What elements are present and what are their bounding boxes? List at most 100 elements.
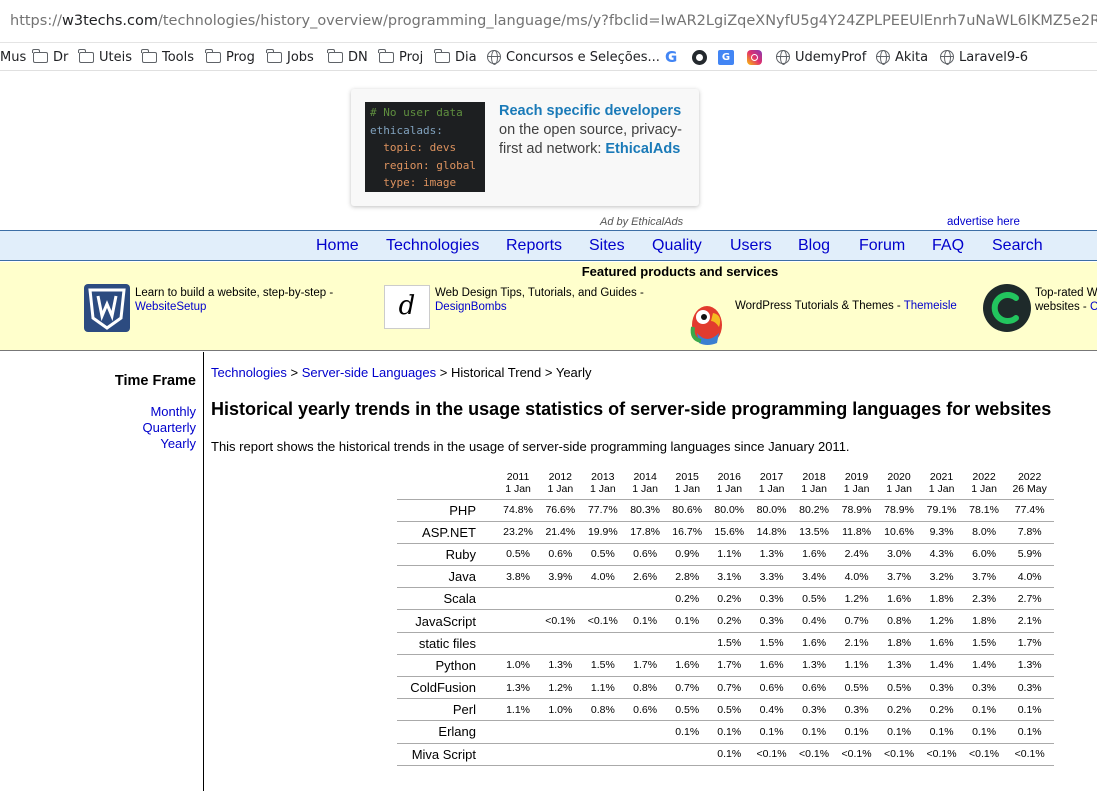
instagram-icon: [747, 49, 762, 65]
usage-value-cell: 2.1%: [835, 631, 878, 655]
nav-search[interactable]: Search: [992, 237, 1043, 255]
usage-value-cell: 2.1%: [1005, 609, 1054, 633]
advertise-link[interactable]: advertise here: [947, 216, 1020, 228]
column-date: 1 Jan: [505, 482, 531, 495]
ad-title[interactable]: Reach specific developers: [499, 102, 689, 121]
usage-value-cell: 1.1%: [581, 675, 625, 699]
column-year: 2017: [759, 470, 784, 483]
usage-value-cell: 1.3%: [539, 653, 582, 677]
folder-icon: [141, 48, 157, 63]
bookmark-udemyprof[interactable]: UdemyProf: [776, 43, 866, 70]
bookmark-folder-dr[interactable]: Dr: [32, 43, 68, 70]
usage-value-cell: 0.7%: [835, 609, 878, 633]
featured-item-themeisle: WordPress Tutorials & Themes - Themeisle: [735, 300, 957, 312]
bookmark-folder-prog[interactable]: Prog: [205, 43, 255, 70]
themeisle-link[interactable]: Themeisle: [904, 300, 957, 312]
language-name[interactable]: PHP: [397, 498, 497, 522]
themeisle-parrot-logo[interactable]: [683, 297, 731, 347]
timeframe-monthly-link[interactable]: Monthly: [150, 404, 196, 419]
ad-attribution[interactable]: Ad by EthicalAds: [600, 216, 683, 228]
bookmark-folder-dn[interactable]: DN: [327, 43, 368, 70]
ad-code-line: # No user data: [370, 106, 463, 119]
ad-link[interactable]: EthicalAds: [605, 141, 680, 157]
c-brand-logo[interactable]: [983, 284, 1031, 332]
language-name[interactable]: ColdFusion: [397, 675, 497, 699]
nav-faq[interactable]: FAQ: [932, 237, 964, 255]
bookmark-concursos[interactable]: Concursos e Seleções...: [487, 43, 660, 70]
column-date: 1 Jan: [758, 482, 785, 495]
usage-value-cell: 1.3%: [1005, 653, 1054, 677]
language-name[interactable]: Scala: [397, 587, 497, 610]
language-name[interactable]: static files: [397, 631, 497, 655]
usage-value-cell: 1.0%: [539, 698, 582, 721]
nav-sites[interactable]: Sites: [589, 237, 625, 255]
breadcrumb-server-side-languages[interactable]: Server-side Languages: [302, 365, 436, 380]
bookmark-folder-jobs[interactable]: Jobs: [266, 43, 314, 70]
nav-users[interactable]: Users: [730, 237, 772, 255]
nav-blog[interactable]: Blog: [798, 237, 830, 255]
bookmark-google[interactable]: G: [665, 43, 677, 70]
table-header-row: 2011 1 Jan 2012 1 Jan 2013 1 Jan 2014 1 Jan 2015…: [397, 467, 1054, 499]
usage-value-cell: 79.1%: [920, 498, 963, 522]
language-name[interactable]: Perl: [397, 698, 497, 721]
main-nav: Home Technologies Reports Sites Quality …: [0, 230, 1097, 261]
usage-value-cell: 0.6%: [624, 698, 667, 721]
bookmark-folder-dia[interactable]: Dia: [434, 43, 477, 70]
usage-value-cell: 0.7%: [666, 675, 709, 699]
timeframe-quarterly-link[interactable]: Quarterly: [143, 420, 196, 435]
bookmark-github[interactable]: [692, 43, 707, 70]
bookmark-folder-tools[interactable]: Tools: [141, 43, 194, 70]
table-row: Java 3.8% 3.9% 4.0% 2.6% 2.8% 3.1% 3.3% 3.4% 4.0%…: [397, 565, 1054, 588]
globe-icon: [876, 50, 890, 65]
bookmark-folder-uteis[interactable]: Uteis: [78, 43, 132, 70]
bookmark-folder-proj[interactable]: Proj: [378, 43, 423, 70]
nav-reports[interactable]: Reports: [506, 237, 562, 255]
nav-forum[interactable]: Forum: [859, 237, 905, 255]
usage-value-cell: 0.1%: [708, 720, 751, 744]
websitesetup-link[interactable]: WebsiteSetup: [135, 301, 206, 313]
toprated-link[interactable]: C: [1090, 301, 1097, 313]
language-name[interactable]: JavaScript: [397, 609, 497, 633]
designbombs-logo[interactable]: d: [384, 285, 430, 329]
usage-value-cell: 0.4%: [750, 698, 793, 721]
usage-value-cell: 1.7%: [624, 653, 667, 677]
language-name[interactable]: Python: [397, 653, 497, 677]
language-name[interactable]: ASP.NET: [397, 520, 497, 544]
address-bar[interactable]: https://w3techs.com/technologies/history…: [0, 0, 1097, 43]
language-name[interactable]: Ruby: [397, 542, 497, 566]
usage-value-cell: 0.6%: [624, 542, 667, 566]
bookmark-translate[interactable]: G: [718, 43, 734, 70]
usage-value-cell: <0.1%: [750, 742, 793, 766]
language-name[interactable]: Miva Script: [397, 742, 497, 766]
usage-value-cell: 0.2%: [708, 587, 751, 610]
column-header: 2022 1 Jan: [963, 467, 1006, 499]
language-name[interactable]: Java: [397, 565, 497, 588]
bookmark-instagram[interactable]: [747, 43, 762, 70]
usage-value-cell: <0.1%: [539, 609, 582, 633]
nav-home[interactable]: Home: [316, 237, 359, 255]
folder-icon: [378, 48, 394, 63]
timeframe-yearly-link[interactable]: Yearly: [160, 436, 196, 451]
bookmark-laravel[interactable]: Laravel9-6: [940, 43, 1028, 70]
usage-value-cell: [624, 587, 667, 610]
column-date: 1 Jan: [928, 482, 955, 495]
breadcrumb-technologies[interactable]: Technologies: [211, 365, 287, 380]
usage-value-cell: <0.1%: [792, 742, 836, 766]
bookmark-mus[interactable]: Mus: [0, 43, 26, 70]
usage-value-cell: 1.8%: [962, 609, 1006, 633]
nav-technologies[interactable]: Technologies: [386, 237, 479, 255]
bookmark-akita[interactable]: Akita: [876, 43, 928, 70]
usage-value-cell: [497, 609, 540, 633]
usage-value-cell: 0.1%: [666, 720, 709, 744]
usage-value-cell: 0.1%: [792, 720, 836, 744]
time-frame-sidebar: Time Frame Monthly Quarterly Yearly: [0, 352, 204, 791]
nav-quality[interactable]: Quality: [652, 237, 702, 255]
usage-value-cell: 1.4%: [962, 653, 1006, 677]
designbombs-link[interactable]: DesignBombs: [435, 301, 507, 313]
usage-value-cell: 0.1%: [835, 720, 878, 744]
usage-value-cell: 1.2%: [539, 675, 582, 699]
websitesetup-logo[interactable]: [84, 284, 130, 332]
language-name[interactable]: Erlang: [397, 720, 497, 744]
ethical-ad[interactable]: # No user data ethicalads: topic: devs r…: [351, 89, 699, 206]
usage-value-cell: 7.8%: [1005, 520, 1054, 544]
